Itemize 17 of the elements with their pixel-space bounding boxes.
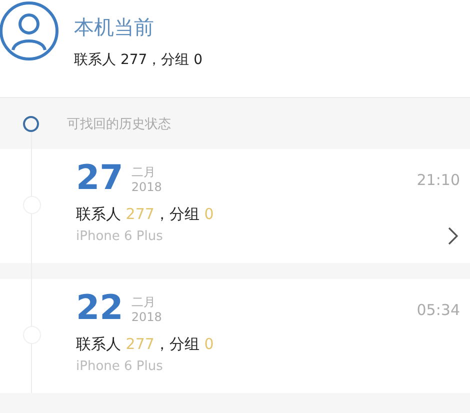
contact-counts: 联系人 277，分组 0 [76, 205, 214, 224]
history-heading: 可找回的历史状态 [67, 116, 171, 132]
snapshot-day: 22 [76, 291, 124, 325]
device-title: 本机当前 [74, 14, 155, 41]
snapshot-time: 05:34 [416, 301, 460, 319]
contact-counts: 联系人 277，分组 0 [76, 335, 214, 354]
snapshot-day: 27 [76, 161, 124, 195]
snapshot-time: 21:10 [416, 171, 460, 189]
contact-summary: 联系人 277，分组 0 [74, 51, 203, 69]
device-name: iPhone 6 Plus [76, 229, 163, 244]
snapshot-year: 2018 [131, 180, 162, 195]
snapshot-year: 2018 [131, 310, 162, 325]
chevron-icon[interactable] [448, 227, 458, 245]
avatar-icon [0, 0, 60, 62]
snapshot-month: 二月 [131, 165, 156, 180]
device-name: iPhone 6 Plus [76, 359, 163, 374]
snapshot-month: 二月 [131, 295, 156, 310]
